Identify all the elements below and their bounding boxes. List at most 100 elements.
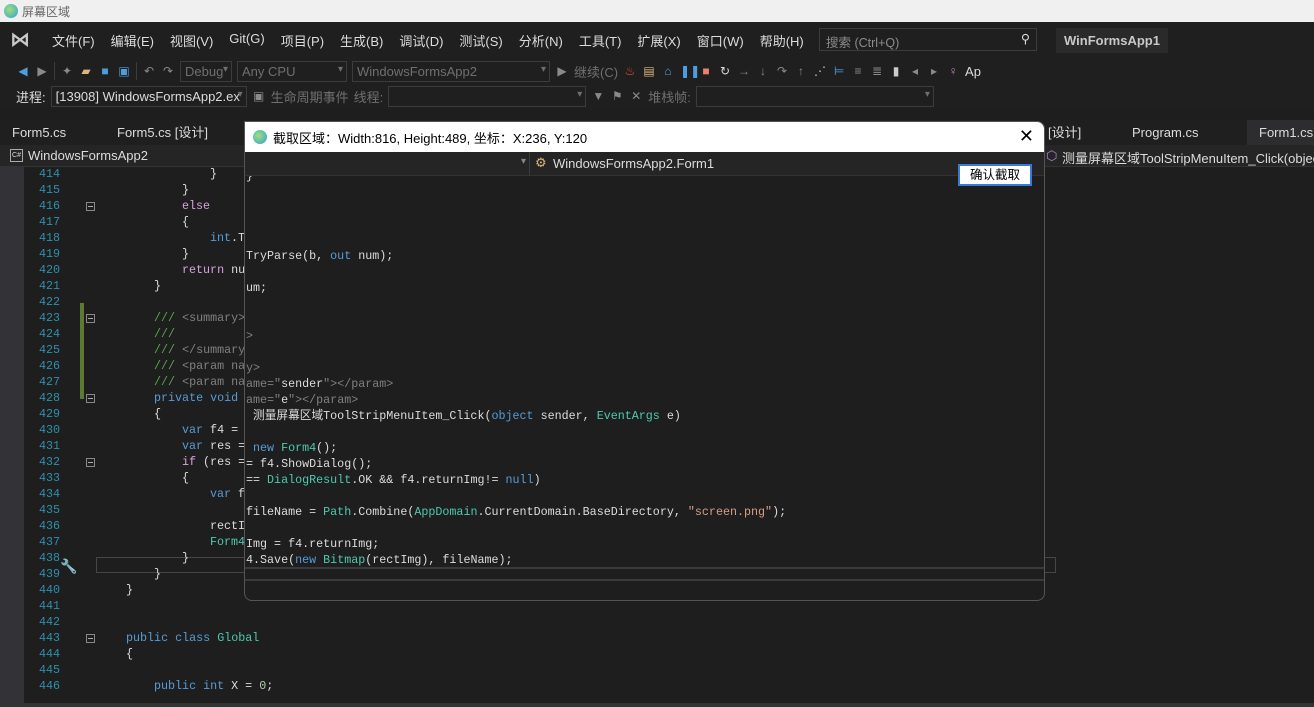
code-token: }: [126, 583, 134, 597]
bookmark-icon[interactable]: ▮: [889, 64, 903, 78]
code-token: public class: [126, 631, 211, 645]
class-icon: ⚙: [535, 155, 547, 170]
save-icon[interactable]: ■: [98, 64, 112, 78]
collapse-icon[interactable]: [86, 314, 95, 323]
project-dropdown[interactable]: WindowsFormsApp2: [28, 148, 148, 163]
breakpoints-icon[interactable]: ⋰: [813, 64, 827, 78]
thread-dropdown[interactable]: [388, 85, 587, 107]
code-token: {: [182, 471, 190, 485]
code-line: {: [182, 214, 189, 230]
menu-item[interactable]: 编辑(E): [103, 31, 162, 50]
app-label[interactable]: Ap: [965, 64, 981, 79]
code-token: = f4.ShowDialog();: [246, 457, 373, 471]
menu-item[interactable]: 帮助(H): [752, 31, 812, 50]
platform-dropdown[interactable]: Any CPU: [237, 60, 347, 82]
code-line: }: [182, 182, 189, 198]
line-number: 420: [38, 263, 60, 277]
code-line: TryParse(b, out num);: [246, 248, 393, 264]
browser-link-icon[interactable]: ⌂: [661, 64, 675, 78]
uncomment-icon[interactable]: ≣: [870, 64, 884, 78]
menu-item[interactable]: 窗口(W): [689, 31, 752, 50]
code-line: /// </summary>: [154, 342, 252, 358]
forward-icon[interactable]: ▶: [35, 64, 49, 78]
format-icon[interactable]: ⊨: [832, 64, 846, 78]
code-line: = f4.ShowDialog();: [246, 456, 372, 472]
comment-icon[interactable]: ≡: [851, 64, 865, 78]
collapse-icon[interactable]: [86, 634, 95, 643]
prev-bookmark-icon[interactable]: ◂: [908, 64, 922, 78]
collapse-icon[interactable]: [86, 202, 95, 211]
member-dropdown[interactable]: 测量屏幕区域ToolStripMenuItem_Click(objec: [1062, 148, 1314, 167]
code-token: fileName =: [246, 505, 324, 519]
standard-toolbar: ◀ ▶ ✦ ▰ ■ ▣ ↶ ↷ Debug Any CPU WindowsFor…: [0, 58, 1314, 84]
screwdriver-icon[interactable]: 🔧: [60, 558, 77, 575]
continue-button[interactable]: 继续(C): [574, 62, 618, 81]
stack-frame-dropdown[interactable]: [695, 85, 934, 107]
tab-form1-cs[interactable]: Form1.cs: [1247, 120, 1314, 145]
menu-item[interactable]: 文件(F): [44, 31, 103, 50]
step-over-icon[interactable]: ↷: [775, 64, 789, 78]
collapse-icon[interactable]: [86, 394, 95, 403]
code-token: .Combine(: [351, 505, 415, 519]
collapse-icon[interactable]: [86, 458, 95, 467]
show-next-statement-icon[interactable]: →: [737, 64, 751, 78]
process-dropdown[interactable]: [13908] WindowsFormsApp2.ex: [50, 85, 247, 107]
tab-form5-designer[interactable]: Form5.cs [设计]: [105, 120, 220, 145]
search-input[interactable]: 搜索 (Ctrl+Q) ⚲: [819, 28, 1037, 51]
thread-label: 线程:: [353, 89, 384, 105]
code-token: num);: [351, 249, 394, 263]
tab-program-cs[interactable]: Program.cs: [1120, 120, 1210, 145]
save-all-icon[interactable]: ▣: [117, 64, 131, 78]
step-into-icon[interactable]: ↓: [756, 64, 770, 78]
code-token: 测量屏幕区域ToolStripMenuItem_Click(: [246, 409, 492, 423]
chevron-down-icon[interactable]: ▾: [521, 156, 526, 167]
open-folder-icon[interactable]: ▰: [79, 64, 93, 78]
menu-item[interactable]: 分析(N): [511, 31, 571, 50]
redo-icon[interactable]: ↷: [161, 64, 175, 78]
search-placeholder: 搜索 (Ctrl+Q): [826, 36, 900, 50]
stop-icon[interactable]: ■: [699, 64, 713, 78]
code-token: int: [210, 231, 232, 245]
menu-item[interactable]: 生成(B): [332, 31, 391, 50]
startup-project-dropdown[interactable]: WindowsFormsApp2: [352, 60, 550, 82]
menu-item[interactable]: 工具(T): [571, 31, 630, 50]
back-icon[interactable]: ◀: [16, 64, 30, 78]
code-token: rectI: [210, 519, 246, 533]
flag-icon[interactable]: ⚑: [610, 89, 624, 103]
lifecycle-events-button[interactable]: 生命周期事件: [271, 87, 349, 106]
code-token: sender,: [533, 409, 597, 423]
close-icon[interactable]: ✕: [1019, 126, 1034, 147]
menu-item[interactable]: 调试(D): [391, 31, 451, 50]
menu-item[interactable]: 项目(P): [273, 31, 332, 50]
insights-icon[interactable]: ♀: [946, 64, 960, 78]
next-bookmark-icon[interactable]: ▸: [927, 64, 941, 78]
restart-icon[interactable]: ↻: [718, 64, 732, 78]
stack-frame-label: 堆栈帧:: [648, 89, 691, 105]
code-line: um;: [246, 280, 267, 296]
line-number: 427: [38, 375, 60, 389]
filter-icon[interactable]: ▼: [591, 89, 605, 103]
step-out-icon[interactable]: ↑: [794, 64, 808, 78]
clear-filter-icon[interactable]: ✕: [629, 89, 643, 103]
confirm-capture-button[interactable]: 确认截取: [958, 164, 1032, 186]
pause-icon[interactable]: ❚❚: [680, 64, 700, 78]
configuration-dropdown[interactable]: Debug: [180, 60, 232, 82]
menu-item[interactable]: 扩展(X): [629, 31, 688, 50]
code-token: Global: [217, 631, 260, 645]
code-token: }: [182, 247, 190, 261]
line-number: 439: [38, 567, 60, 581]
visual-studio-logo-icon[interactable]: ⋈: [10, 29, 32, 51]
menu-item[interactable]: 测试(S): [451, 31, 510, 50]
code-line: }: [154, 566, 161, 582]
continue-icon[interactable]: ▶: [555, 64, 569, 78]
menu-item[interactable]: 视图(V): [162, 31, 221, 50]
class-dropdown[interactable]: WindowsFormsApp2.Form1: [553, 156, 714, 171]
hot-reload-icon[interactable]: ♨: [623, 64, 637, 78]
menu-item[interactable]: Git(G): [221, 31, 272, 50]
undo-icon[interactable]: ↶: [142, 64, 156, 78]
line-number: 437: [38, 535, 60, 549]
new-project-icon[interactable]: ✦: [60, 64, 74, 78]
find-folder-icon[interactable]: ▤: [642, 64, 656, 78]
lifecycle-icon[interactable]: ▣: [252, 89, 266, 103]
tab-form5-cs[interactable]: Form5.cs: [0, 120, 78, 145]
